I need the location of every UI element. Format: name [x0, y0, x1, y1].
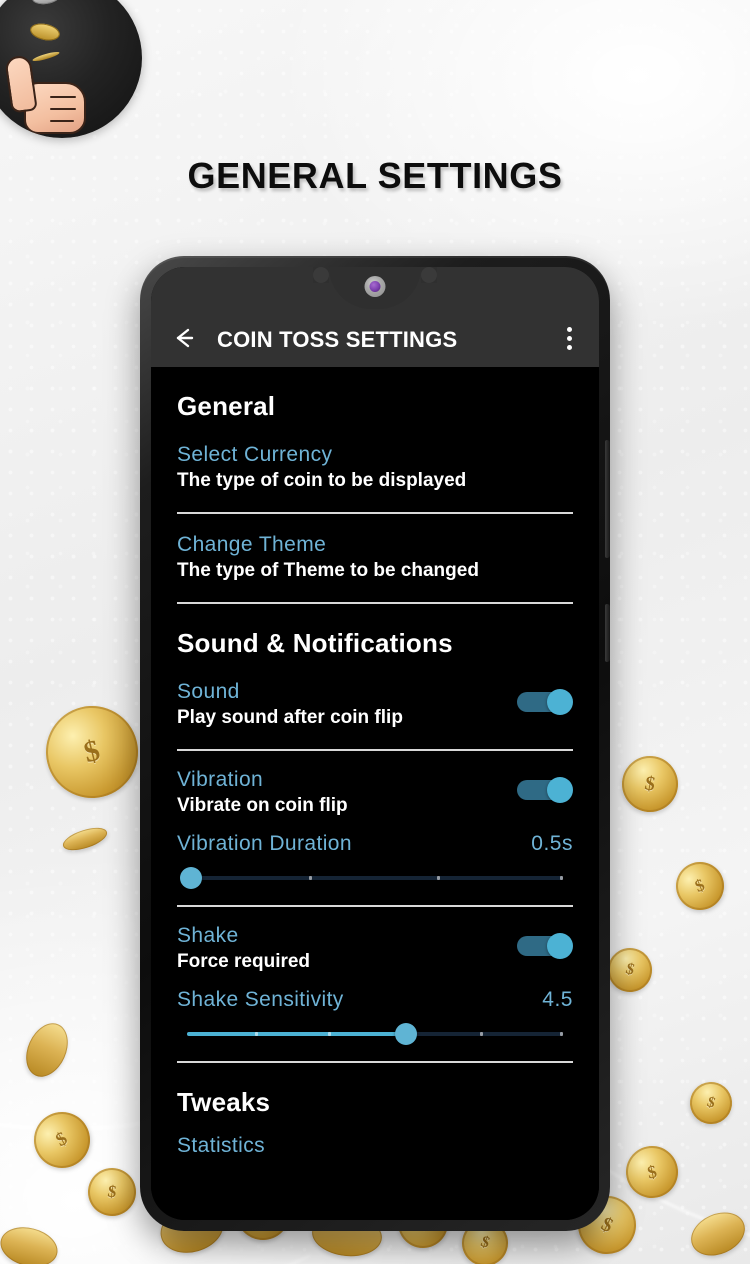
sound-toggle[interactable] — [517, 688, 573, 715]
setting-label: Sound — [177, 679, 240, 703]
slider-tick — [309, 876, 313, 880]
menu-dot — [566, 335, 572, 341]
slider-track — [187, 876, 563, 880]
setting-row-vibration-duration[interactable]: Vibration Duration 0.5s — [177, 821, 573, 857]
setting-description: The type of coin to be displayed — [177, 470, 467, 492]
setting-row-shake-sensitivity[interactable]: Shake Sensitivity 4.5 — [177, 977, 573, 1013]
shake-sensitivity-slider[interactable] — [181, 1017, 569, 1051]
setting-description: Force required — [177, 951, 311, 973]
toggle-thumb — [547, 776, 573, 803]
slider-tick — [560, 1032, 563, 1037]
slider-tick — [254, 1032, 258, 1037]
setting-description: The type of Theme to be changed — [177, 560, 479, 582]
section-header-tweaks: Tweaks — [177, 1087, 271, 1118]
setting-row-change-theme[interactable]: Change Theme The type of Theme to be cha… — [177, 514, 573, 600]
knuckle-line — [50, 108, 76, 110]
gold-coin-icon — [28, 21, 62, 43]
phone-screen: COIN TOSS SETTINGS General Select Curren… — [151, 267, 599, 1220]
setting-label: Shake — [177, 924, 239, 947]
app-bar-title: COIN TOSS SETTINGS — [217, 327, 458, 352]
silver-coin-icon — [31, 0, 61, 6]
volume-button[interactable] — [605, 440, 610, 558]
setting-row-vibration[interactable]: Vibration Vibrate on coin flip — [177, 751, 573, 821]
setting-label: Change Theme — [177, 532, 327, 556]
back-arrow-icon[interactable] — [169, 323, 199, 353]
shake-toggle[interactable] — [517, 933, 573, 959]
screenshot-stage: $ $ $ $ $ $ $ $ $ $ $ $ GENERAL SETTINGS — [0, 0, 750, 1264]
overflow-menu-icon[interactable] — [557, 323, 581, 353]
slider-tick — [479, 1032, 483, 1037]
toggle-thumb — [547, 688, 573, 715]
notch-corner-right — [421, 267, 437, 283]
slider-fill — [187, 1032, 413, 1037]
toggle-thumb — [547, 933, 573, 959]
notch-corner-left — [313, 267, 329, 283]
slider-thumb[interactable] — [180, 867, 202, 889]
thumbs-up-icon — [4, 54, 90, 136]
setting-label: Select Currency — [177, 443, 333, 466]
setting-description: Vibrate on coin flip — [177, 795, 348, 817]
setting-label: Shake Sensitivity — [177, 987, 344, 1011]
knuckle-line — [50, 120, 74, 122]
slider-tick — [437, 876, 441, 880]
setting-row-select-currency[interactable]: Select Currency The type of coin to be d… — [177, 438, 573, 510]
setting-row-sound[interactable]: Sound Play sound after coin flip — [177, 675, 573, 747]
phone-mockup: COIN TOSS SETTINGS General Select Curren… — [140, 256, 610, 1231]
power-button[interactable] — [605, 604, 610, 662]
vibration-duration-value: 0.5s — [531, 831, 573, 855]
slider-tick — [560, 876, 563, 880]
menu-dot — [566, 326, 572, 332]
vibration-duration-slider[interactable] — [180, 861, 569, 895]
page-title: GENERAL SETTINGS — [187, 155, 563, 196]
section-header-general: General — [177, 391, 276, 421]
section-header-sound-notifications: Sound & Notifications — [177, 627, 453, 658]
setting-row-shake[interactable]: Shake Force required — [177, 907, 573, 977]
slider-thumb[interactable] — [395, 1023, 418, 1046]
settings-list[interactable]: General Select Currency The type of coin… — [151, 367, 599, 1220]
knuckle-line — [50, 96, 76, 98]
setting-description: Play sound after coin flip — [177, 707, 403, 729]
vibration-toggle[interactable] — [517, 776, 573, 803]
setting-label: Vibration — [177, 767, 264, 791]
setting-label: Vibration Duration — [177, 831, 352, 855]
thumb-shape — [4, 54, 38, 114]
setting-row-statistics[interactable]: Statistics — [177, 1134, 573, 1158]
menu-dot — [566, 344, 572, 350]
front-camera — [364, 276, 386, 297]
shake-sensitivity-value: 4.5 — [542, 987, 573, 1011]
